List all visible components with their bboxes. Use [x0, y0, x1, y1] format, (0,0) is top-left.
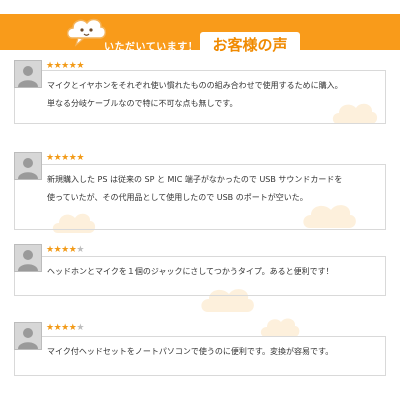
review-text: マイク付ヘッドセットをノートパソコンで使うのに便利です。変換が容易です。	[47, 347, 334, 356]
star-rating: ★★★★★	[46, 244, 84, 256]
header-bar: いただいています！ お客様の声	[0, 14, 400, 58]
header-subtitle: いただいています！	[104, 42, 199, 53]
user-avatar-icon	[14, 244, 42, 272]
star-icon: ★	[46, 245, 54, 255]
star-icon: ★	[76, 61, 84, 71]
star-icon: ★	[61, 61, 69, 71]
star-icon: ★	[46, 323, 54, 333]
star-rating: ★★★★★	[46, 60, 84, 72]
review-text: ヘッドホンとマイクを１個のジャックにさしてつかうタイプ。あると便利です！	[47, 267, 334, 276]
review-bubble: 新規購入した PS は従来の SP と MIC 端子がなかったので USB サウ…	[14, 164, 386, 230]
star-icon: ★	[76, 153, 84, 163]
user-avatar-icon	[14, 152, 42, 180]
star-icon: ★	[61, 245, 69, 255]
review-text: マイクとイヤホンをそれぞれ使い慣れたものの組み合わせで使用するために購入。	[47, 81, 343, 90]
star-icon: ★	[76, 245, 84, 255]
review-text: 単なる分岐ケーブルなので特に不可な点も無しです。	[47, 99, 238, 108]
review-bubble: ヘッドホンとマイクを１個のジャックにさしてつかうタイプ。あると便利です！	[14, 256, 386, 296]
cloud-mascot-icon	[66, 18, 107, 47]
review-bubble: マイクとイヤホンをそれぞれ使い慣れたものの組み合わせで使用するために購入。 単なる…	[14, 70, 386, 124]
review-text: 使っていたが、その代用品として使用したので USB のポートが空いた。	[47, 193, 308, 202]
review-bubble: マイク付ヘッドセットをノートパソコンで使うのに便利です。変換が容易です。	[14, 336, 386, 376]
star-icon: ★	[46, 153, 54, 163]
star-icon: ★	[61, 153, 69, 163]
review-text: 新規購入した PS は従来の SP と MIC 端子がなかったので USB サウ…	[47, 175, 343, 184]
star-icon: ★	[61, 323, 69, 333]
page-title: お客様の声	[200, 32, 300, 58]
star-icon: ★	[76, 323, 84, 333]
user-avatar-icon	[14, 60, 42, 88]
star-rating: ★★★★★	[46, 322, 84, 334]
star-icon: ★	[46, 61, 54, 71]
star-rating: ★★★★★	[46, 152, 84, 164]
user-avatar-icon	[14, 322, 42, 350]
